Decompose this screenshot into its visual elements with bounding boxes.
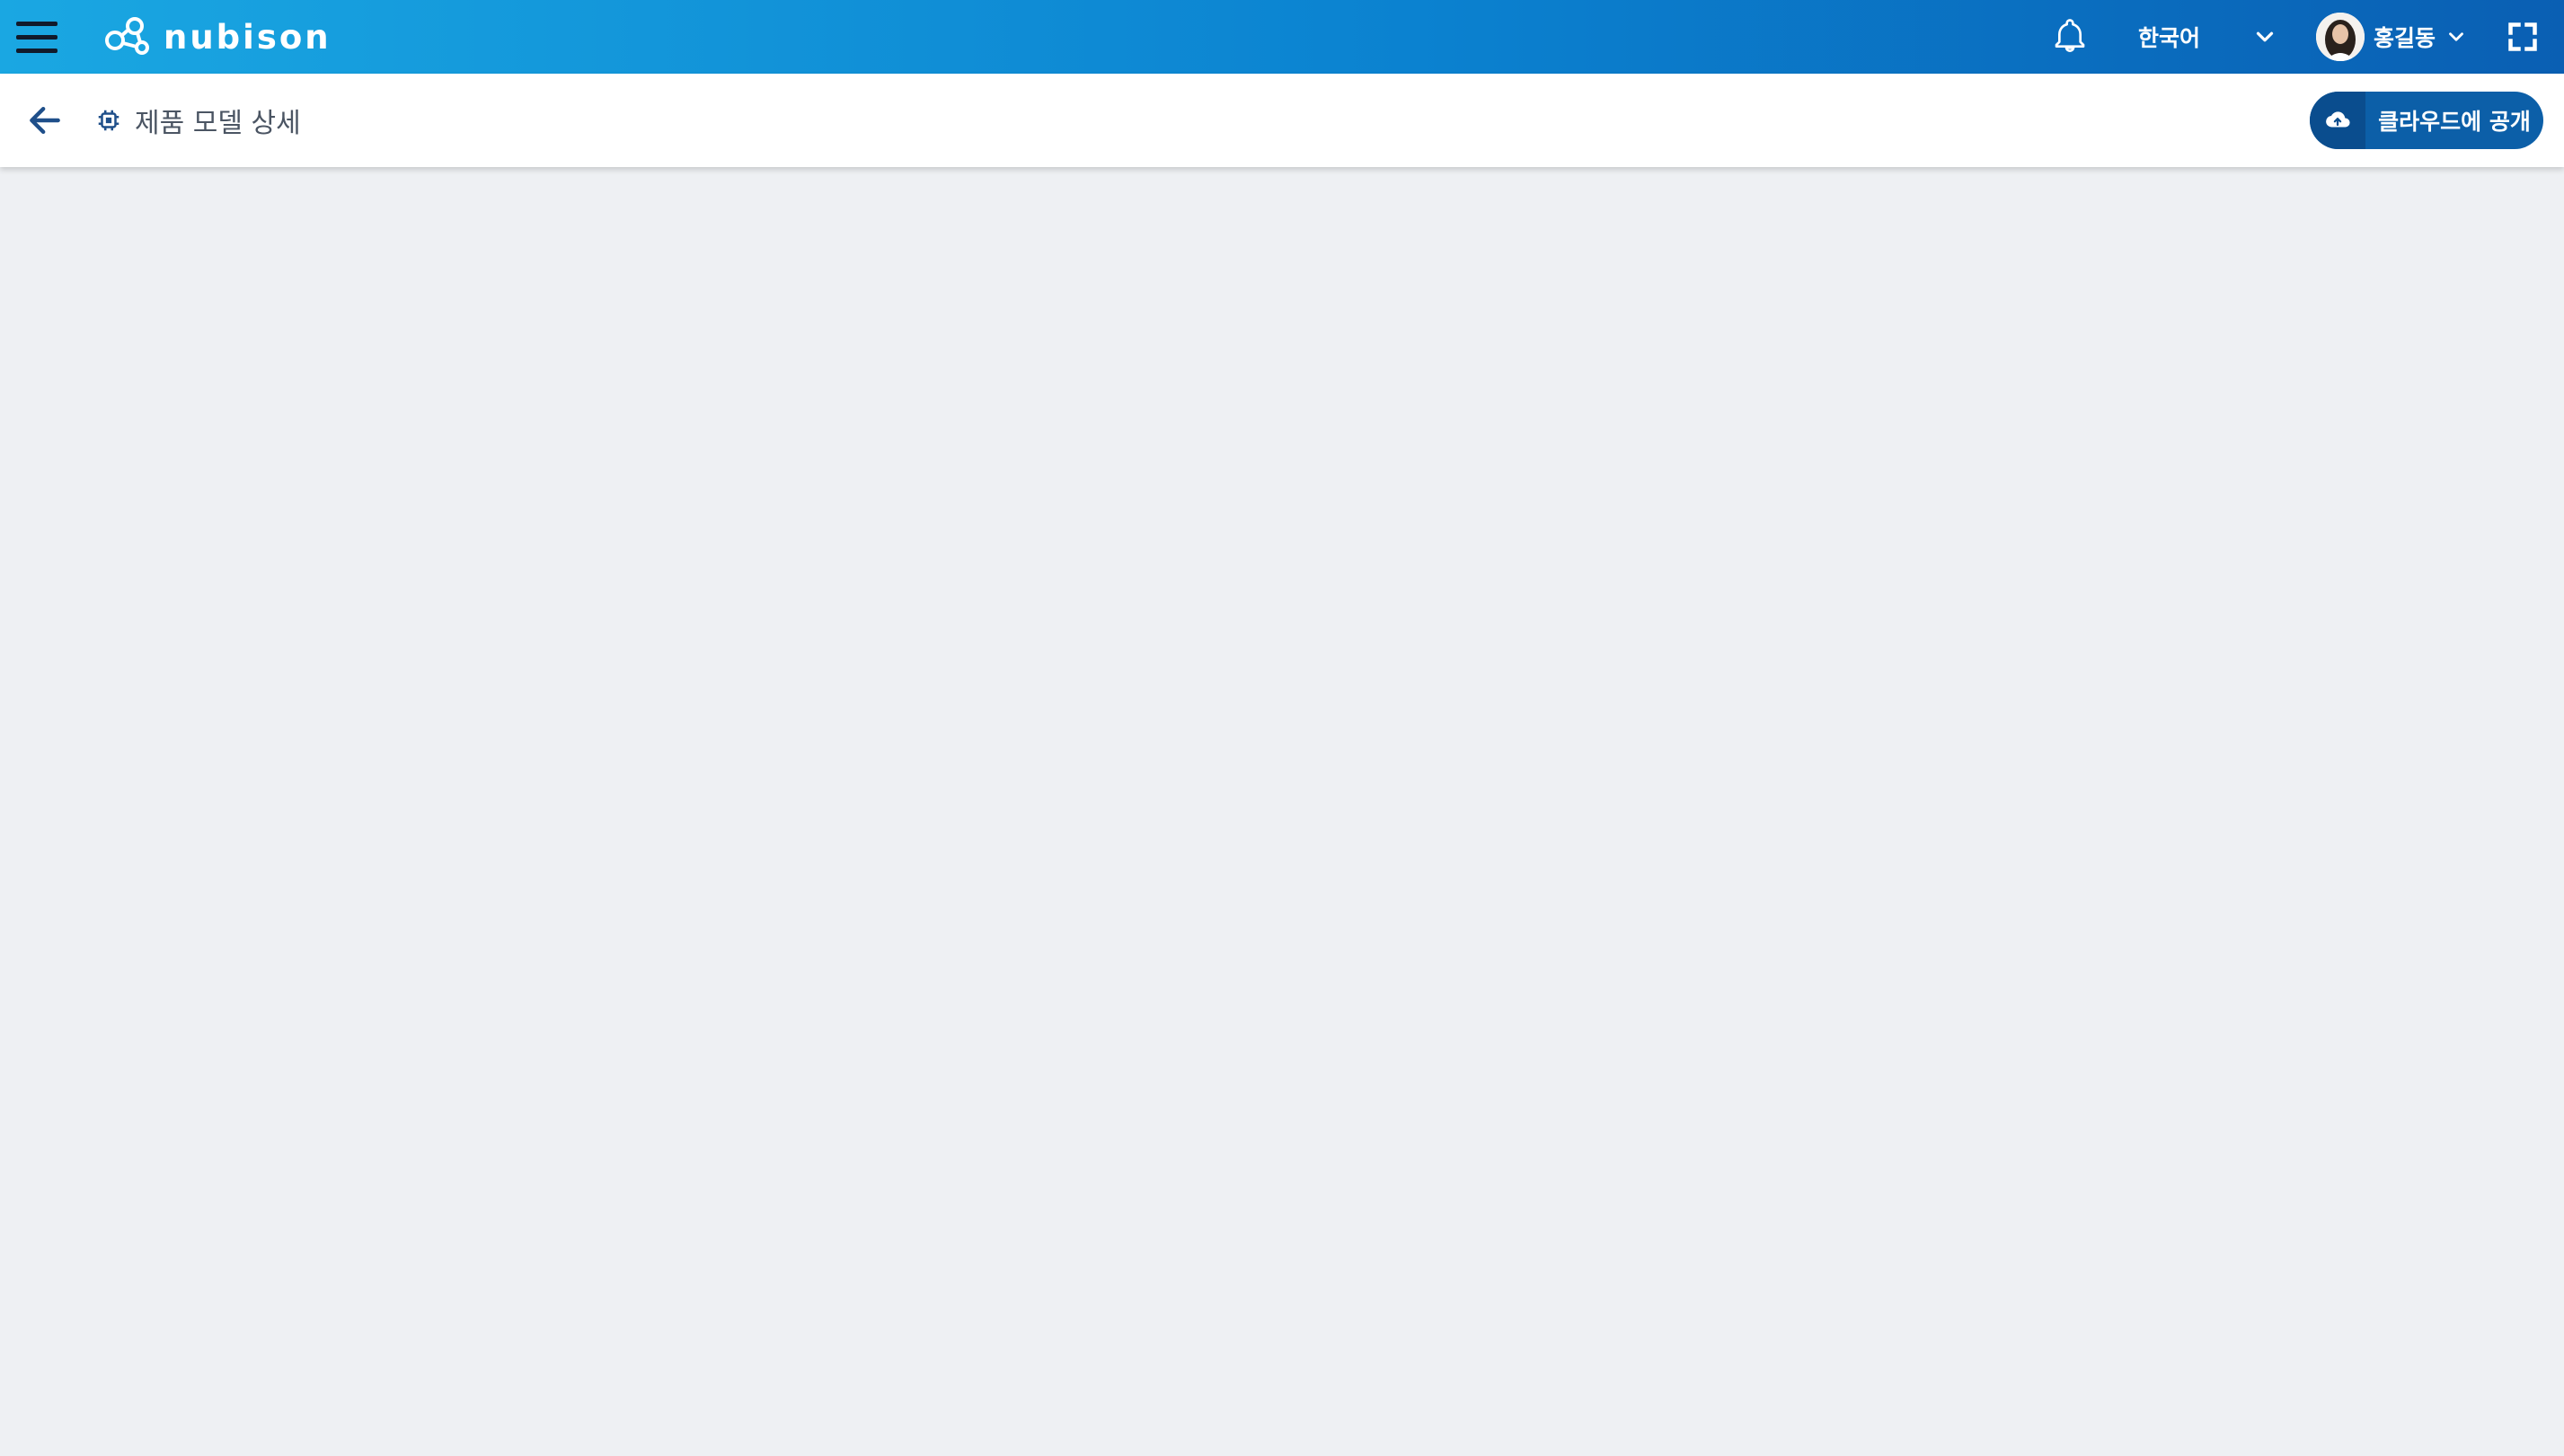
notification-bell-icon[interactable] [2052,18,2088,54]
publish-button-label: 클라우드에 공개 [2378,109,2531,135]
back-arrow-icon[interactable] [25,101,65,140]
brand-name: nubison [164,17,332,57]
page-header-bar: 제품 모델 상세 클라우드에 공개 [0,74,2564,167]
top-app-bar: nubison 한국어 홍길동 [0,0,2564,74]
chip-icon [98,110,119,131]
user-menu[interactable]: 홍길동 [2316,11,2468,63]
hamburger-line [16,21,57,26]
avatar [2316,13,2365,61]
publish-to-cloud-button[interactable]: 클라우드에 공개 [2310,92,2543,149]
user-name: 홍길동 [2374,25,2436,51]
page-title: 제품 모델 상세 [135,108,301,139]
page-title-group: 제품 모델 상세 [95,99,301,142]
cloud-upload-icon [2310,92,2365,149]
fullscreen-icon[interactable] [2507,21,2539,53]
chevron-down-icon [2449,32,2463,41]
hamburger-line [16,34,57,40]
hamburger-menu-button[interactable] [16,16,66,57]
brand-logo[interactable]: nubison [102,11,332,63]
language-selector[interactable]: 한국어 [2138,18,2200,56]
chevron-down-icon[interactable] [2251,23,2278,50]
nubison-logo-icon [105,17,149,55]
hamburger-line [16,48,57,53]
